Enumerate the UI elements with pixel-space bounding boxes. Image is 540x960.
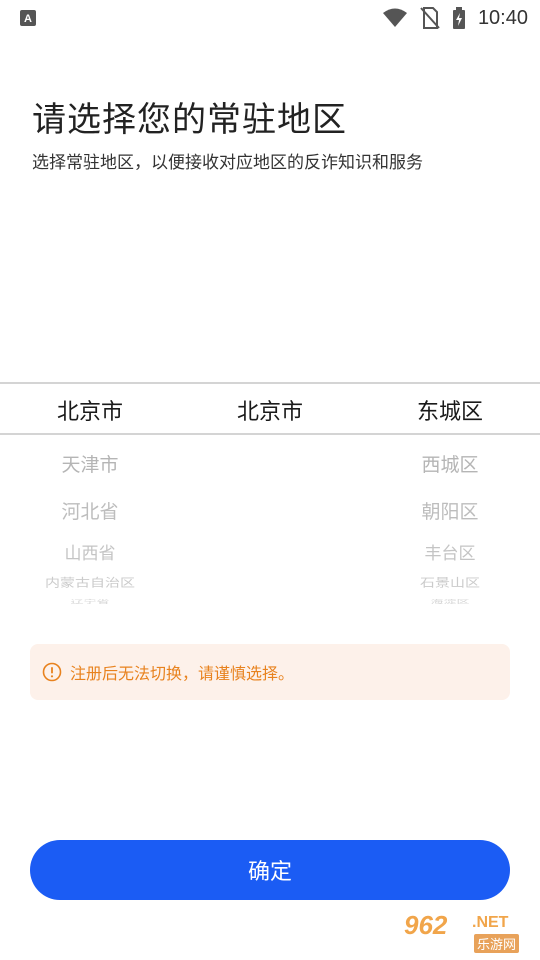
district-selected-option[interactable]: 东城区 — [360, 394, 540, 426]
province-option[interactable]: 河北省 — [0, 497, 180, 524]
battery-charging-icon — [452, 7, 465, 29]
district-option[interactable]: 朝阳区 — [360, 497, 540, 524]
province-wheel[interactable]: 北京市 天津市 河北省 山西省 内蒙古自治区 辽宁省 — [0, 382, 180, 612]
city-wheel[interactable]: 北京市 — [180, 382, 360, 612]
notice-text: 注册后无法切换，请谨慎选择。 — [70, 664, 295, 683]
province-option[interactable]: 内蒙古自治区 — [0, 575, 180, 591]
status-bar: A 10:40 — [0, 0, 540, 36]
clock-time: 10:40 — [477, 6, 528, 29]
province-option[interactable]: 山西省 — [0, 539, 180, 564]
district-option[interactable]: 西城区 — [360, 450, 540, 477]
city-selected-option[interactable]: 北京市 — [180, 394, 360, 426]
district-option[interactable]: 海淀区 — [360, 598, 540, 605]
province-selected-option[interactable]: 北京市 — [0, 394, 180, 426]
district-option[interactable]: 石景山区 — [360, 575, 540, 591]
svg-text:A: A — [24, 13, 32, 25]
confirm-button[interactable]: 确定 — [30, 840, 510, 900]
watermark-brand: 962 — [404, 910, 448, 940]
warning-notice: 注册后无法切换，请谨慎选择。 — [30, 644, 510, 700]
watermark-sub: 乐游网 — [474, 934, 520, 953]
district-wheel[interactable]: 东城区 西城区 朝阳区 丰台区 石景山区 海淀区 — [360, 382, 540, 612]
province-option[interactable]: 辽宁省 — [0, 598, 180, 605]
page-subtitle: 选择常驻地区，以便接收对应地区的反诈知识和服务 — [32, 153, 423, 173]
region-picker[interactable]: 北京市 天津市 河北省 山西省 内蒙古自治区 辽宁省 北京市 东城区 西城区 朝… — [0, 382, 540, 612]
page-title: 请选择您的常驻地区 — [32, 100, 347, 140]
site-watermark-logo: 962 .NET 乐游网 — [400, 910, 540, 958]
district-option[interactable]: 丰台区 — [360, 539, 540, 564]
notification-a-icon: A — [20, 10, 36, 26]
watermark-suffix: .NET — [472, 914, 509, 931]
info-icon — [42, 662, 62, 682]
province-option[interactable]: 天津市 — [0, 450, 180, 477]
wifi-icon — [382, 8, 407, 27]
no-sim-icon — [420, 7, 440, 29]
